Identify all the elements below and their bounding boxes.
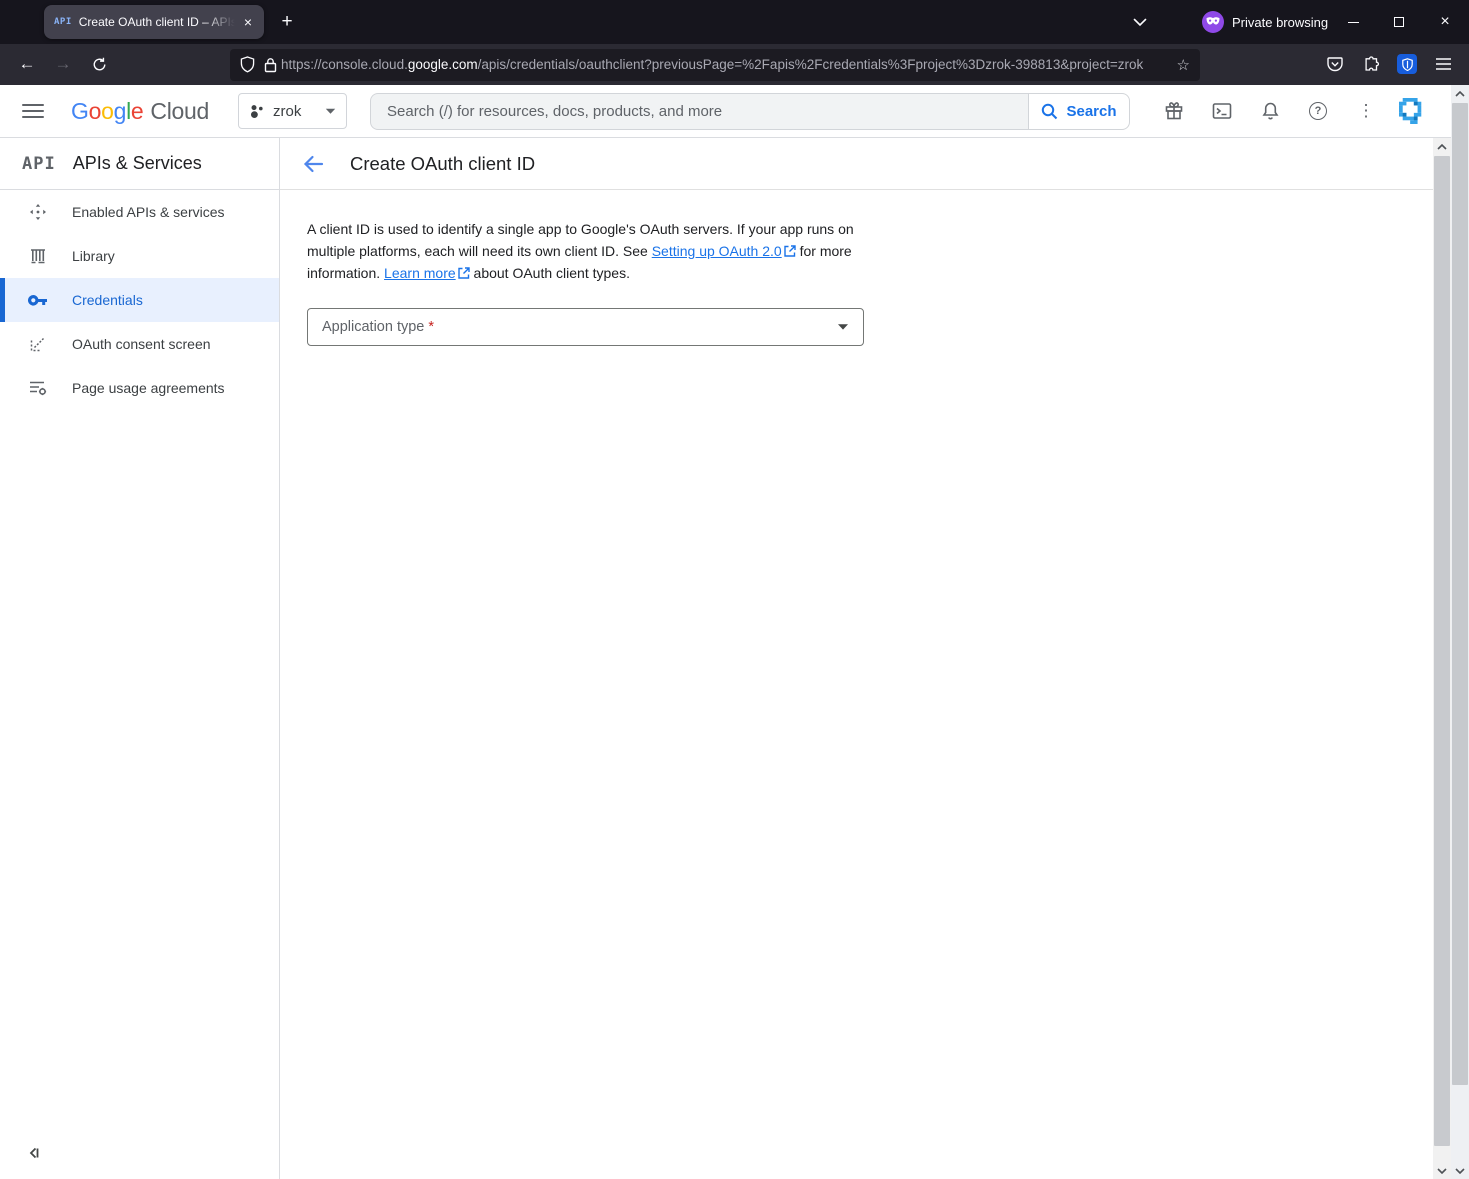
project-selector[interactable]: zrok	[238, 93, 347, 129]
main-content: Create OAuth client ID A client ID is us…	[280, 138, 1433, 1179]
project-caret-down-icon	[325, 108, 336, 115]
project-name: zrok	[273, 103, 318, 120]
required-asterisk: *	[428, 319, 434, 335]
tab-favicon-api-icon: API	[54, 17, 72, 27]
learn-more-link[interactable]: Learn more	[384, 265, 470, 281]
private-browsing-mask-icon	[1202, 11, 1224, 33]
search-input[interactable]	[387, 103, 1012, 120]
cloud-shell-terminal-icon[interactable]	[1206, 95, 1238, 127]
browser-tab[interactable]: API Create OAuth client ID – APIs & ×	[44, 5, 264, 39]
private-browsing-label: Private browsing	[1232, 15, 1328, 30]
connection-lock-icon[interactable]	[264, 57, 277, 73]
browser-forward-button[interactable]: →	[48, 50, 78, 78]
sidebar-item-label: Enabled APIs & services	[72, 204, 225, 220]
scroll-down-icon[interactable]	[1433, 1162, 1451, 1179]
bitwarden-shield-extension-icon[interactable]	[1392, 50, 1422, 78]
tracking-protection-shield-icon[interactable]	[240, 56, 255, 73]
app-menu-hamburger-icon[interactable]	[1428, 50, 1458, 78]
library-icon	[28, 248, 48, 264]
back-arrow-icon[interactable]	[303, 155, 324, 173]
enabled-apis-icon	[28, 203, 48, 221]
gcp-nav-hamburger-icon[interactable]	[22, 101, 44, 121]
setting-up-oauth-link[interactable]: Setting up OAuth 2.0	[652, 243, 796, 259]
extensions-puzzle-icon[interactable]	[1356, 50, 1386, 78]
sidebar-item-credentials[interactable]: Credentials	[0, 278, 279, 322]
gcp-search-bar[interactable]	[370, 93, 1028, 130]
sidebar: API APIs & Services Enabled APIs & servi…	[0, 138, 280, 1179]
new-tab-button[interactable]: +	[274, 9, 300, 35]
help-icon[interactable]: ?	[1302, 95, 1334, 127]
url-bar[interactable]: https://console.cloud.google.com/apis/cr…	[230, 49, 1200, 81]
external-link-icon	[784, 245, 796, 257]
sidebar-item-label: Credentials	[72, 292, 143, 308]
sidebar-item-label: Page usage agreements	[72, 380, 225, 396]
browser-reload-icon[interactable]	[84, 50, 114, 78]
browser-tab-bar: API Create OAuth client ID – APIs & × + …	[0, 0, 1469, 44]
google-cloud-logo[interactable]: GoogleCloud	[71, 98, 209, 125]
bookmark-star-icon[interactable]: ☆	[1177, 56, 1190, 74]
sidebar-item-library[interactable]: Library	[0, 234, 279, 278]
page-usage-agreements-icon	[28, 380, 48, 396]
page-title: Create OAuth client ID	[350, 153, 535, 175]
avatar[interactable]	[1396, 95, 1428, 127]
collapse-sidebar-icon[interactable]	[26, 1145, 42, 1161]
tab-close-icon[interactable]: ×	[238, 12, 258, 32]
browser-back-button[interactable]: ←	[12, 50, 42, 78]
pocket-icon[interactable]	[1320, 50, 1350, 78]
gcp-header: GoogleCloud zrok Search ? ⋮	[0, 85, 1469, 138]
page-header: Create OAuth client ID	[280, 138, 1433, 190]
more-options-kebab-icon[interactable]: ⋮	[1350, 95, 1382, 127]
sidebar-item-oauth-consent[interactable]: OAuth consent screen	[0, 322, 279, 366]
scrollbar-thumb[interactable]	[1434, 156, 1450, 1146]
api-logo-icon: API	[22, 154, 56, 174]
application-type-select[interactable]: Application type *	[307, 308, 864, 346]
private-browsing-badge: Private browsing	[1202, 10, 1328, 34]
search-icon	[1041, 103, 1058, 120]
scroll-down-icon[interactable]	[1451, 1162, 1469, 1179]
external-link-icon	[458, 267, 470, 279]
sidebar-item-page-usage[interactable]: Page usage agreements	[0, 366, 279, 410]
scroll-up-icon[interactable]	[1451, 85, 1469, 102]
window-maximize-button[interactable]	[1383, 11, 1415, 33]
sidebar-title: APIs & Services	[73, 153, 202, 174]
key-icon	[28, 295, 48, 306]
application-type-label: Application type	[322, 319, 428, 335]
list-all-tabs-chevron-down-icon[interactable]	[1126, 11, 1154, 33]
scrollbar-thumb[interactable]	[1452, 103, 1468, 1085]
oauth-consent-icon	[28, 336, 48, 352]
window-close-button[interactable]: ×	[1429, 11, 1461, 33]
url-text: https://console.cloud.google.com/apis/cr…	[281, 57, 1169, 72]
select-caret-down-icon	[837, 323, 849, 331]
search-button[interactable]: Search	[1028, 93, 1130, 130]
window-scrollbar[interactable]	[1451, 85, 1469, 1179]
gift-free-credits-icon[interactable]	[1158, 95, 1190, 127]
sidebar-item-label: OAuth consent screen	[72, 336, 211, 352]
tab-title: Create OAuth client ID – APIs &	[79, 15, 238, 29]
sidebar-header: API APIs & Services	[0, 138, 279, 190]
notifications-bell-icon[interactable]	[1254, 95, 1286, 127]
project-icon	[249, 103, 266, 120]
scroll-up-icon[interactable]	[1433, 138, 1451, 155]
description-text: A client ID is used to identify a single…	[307, 218, 863, 284]
content-scrollbar[interactable]	[1433, 138, 1451, 1179]
window-minimize-button[interactable]	[1337, 11, 1369, 33]
browser-toolbar: ← → https://console.cloud.google.com/api…	[0, 44, 1469, 85]
sidebar-item-enabled-apis[interactable]: Enabled APIs & services	[0, 190, 279, 234]
sidebar-item-label: Library	[72, 248, 115, 264]
